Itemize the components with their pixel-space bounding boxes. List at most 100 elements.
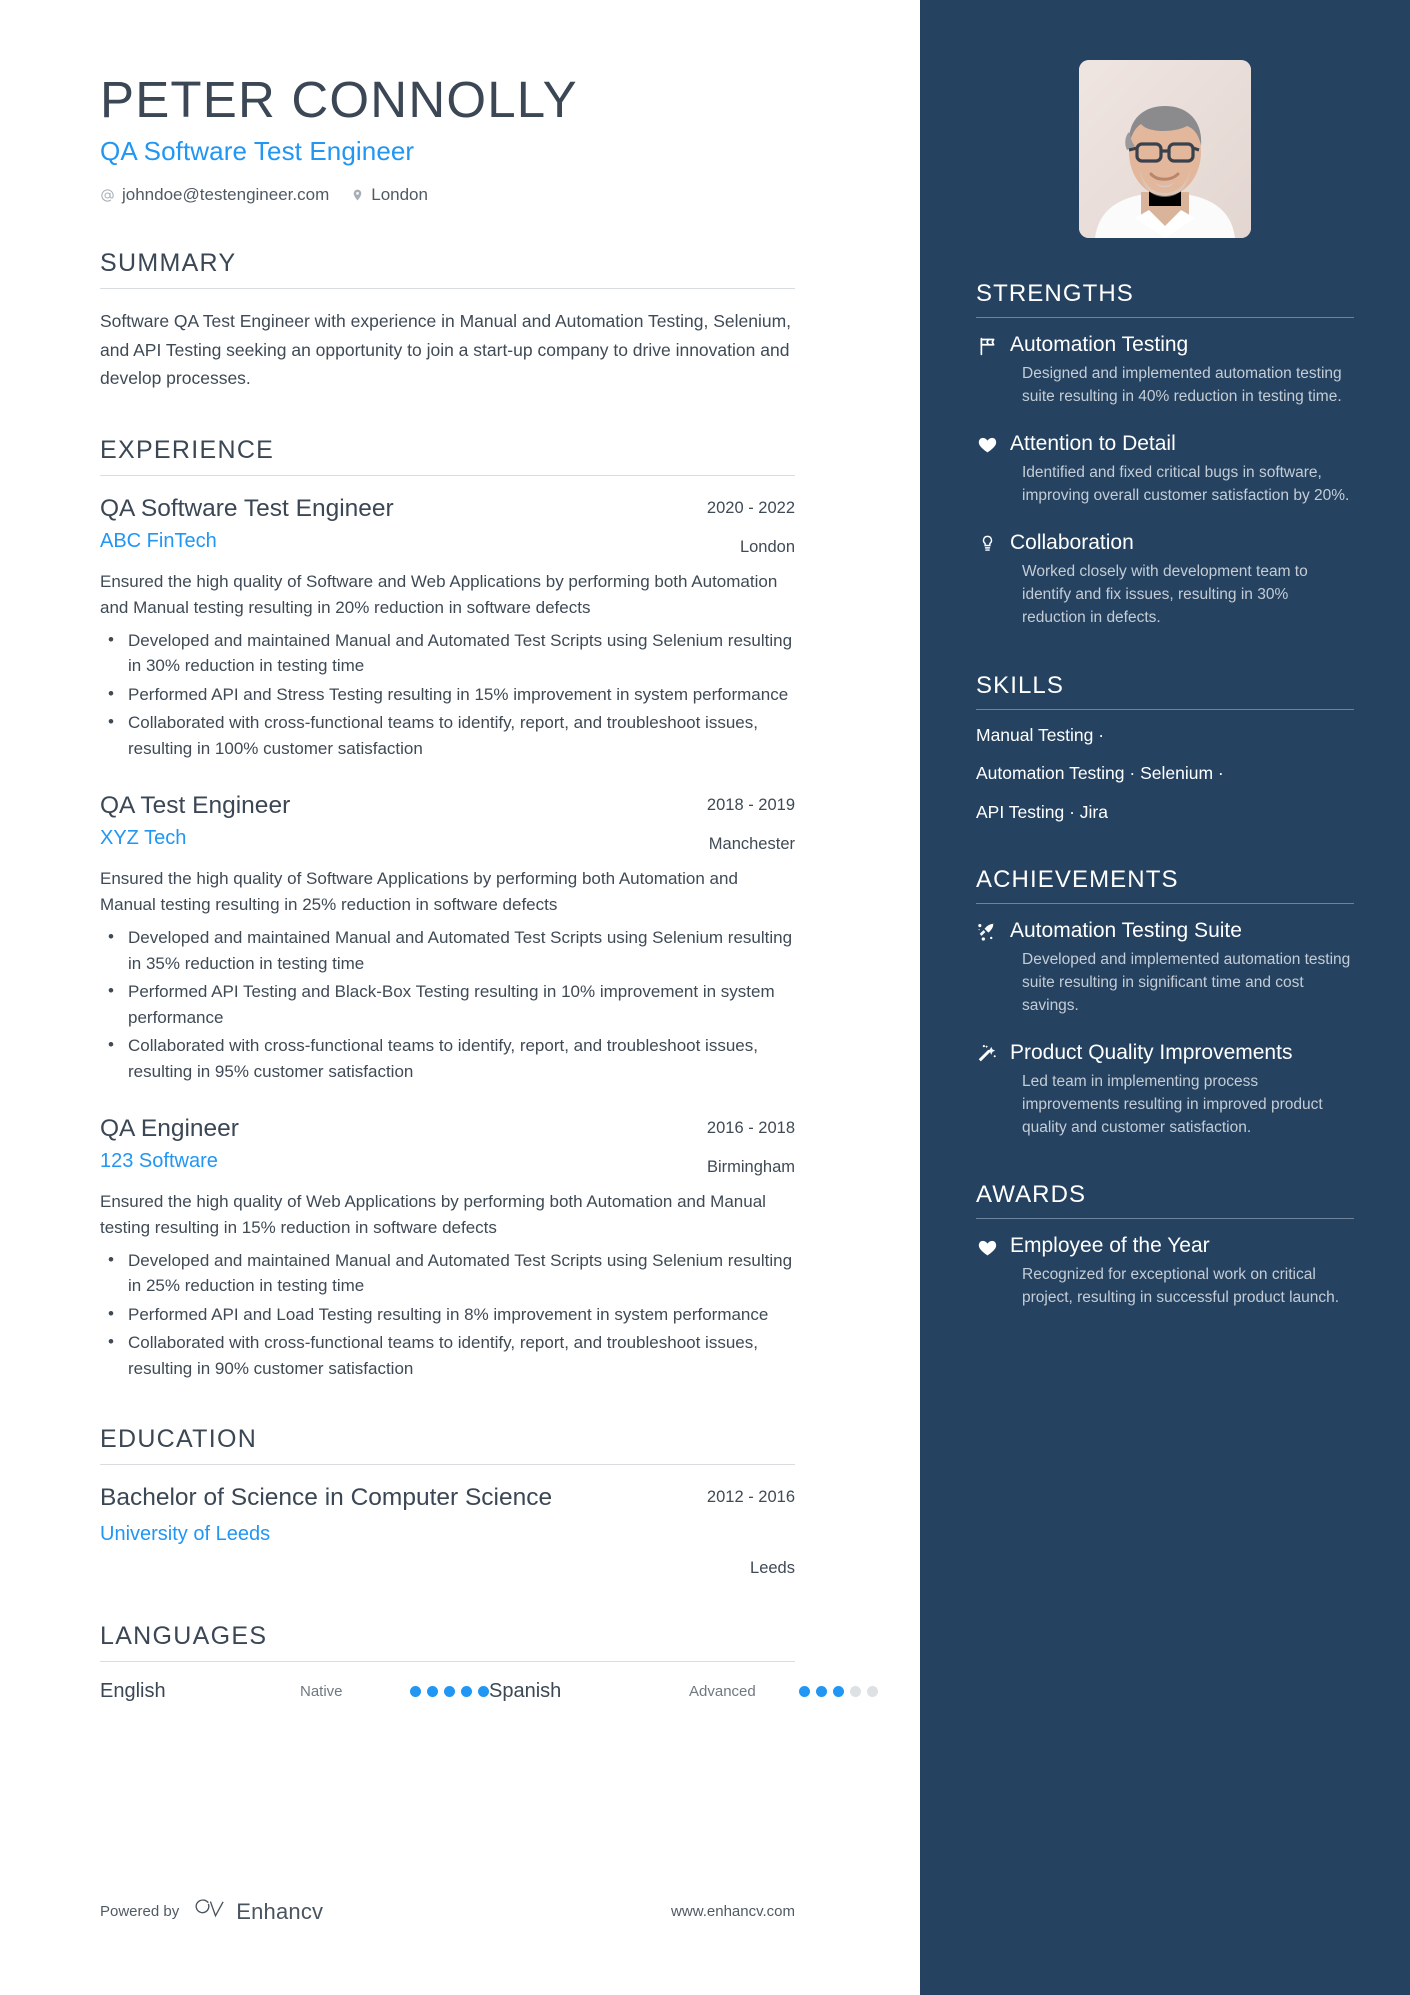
experience-entry: QA Test Engineer XYZ Tech 2018 - 2019 Manch…	[100, 791, 795, 1084]
rocket-icon	[976, 920, 998, 944]
experience-bullet: Performed API and Load Testing resulting…	[100, 1301, 795, 1328]
strength-item: Attention to Detail Identified and fixed …	[976, 431, 1354, 508]
experience-date: 2020 - 2022	[706, 499, 795, 518]
strength-item-title: Collaboration	[1010, 530, 1134, 554]
section-achievements: ACHIEVEMENTS Automation Testing Suite Dev…	[976, 866, 1354, 1140]
divider	[976, 317, 1354, 318]
strength-item-header: Automation Testing	[976, 332, 1354, 358]
experience-meta: 2018 - 2019 Manchester	[707, 791, 795, 854]
experience-role: QA Software Test Engineer	[100, 495, 394, 523]
strength-item-header: Collaboration	[976, 530, 1354, 556]
resume-page: PETER CONNOLLY QA Software Test Engineer…	[0, 0, 1410, 1995]
skill-line: API Testing · Jira	[976, 802, 1108, 823]
education-degree: Bachelor of Science in Computer Science	[100, 1484, 553, 1512]
achievement-item: Product Quality Improvements Led team in …	[976, 1040, 1354, 1140]
experience-company[interactable]: 123 Software	[100, 1150, 687, 1173]
achievement-item: Automation Testing Suite Developed and im…	[976, 918, 1354, 1018]
divider	[100, 1464, 795, 1466]
divider	[976, 902, 1354, 904]
experience-list: QA Software Test Engineer ABC FinTech 2020…	[100, 494, 795, 1381]
experience-entry: QA Software Test Engineer ABC FinTech 2020…	[100, 494, 795, 761]
summary-text: Software QA Test Engineer with experienc…	[100, 311, 792, 388]
experience-bullet: Performed API and Stress Testing resulti…	[100, 681, 795, 708]
strength-item: Automation Testing Designed and implement…	[976, 332, 1354, 409]
experience-bullet: Performed API Testing and Black-Box Test…	[100, 978, 795, 1030]
section-summary: SUMMARY Software QA Test Engineer with e…	[100, 249, 920, 392]
experience-entry-main: QA Engineer 123 Software	[100, 1114, 687, 1173]
strength-item: Collaboration Worked closely with develop…	[976, 530, 1354, 630]
heart-icon	[976, 1235, 998, 1259]
contact-email[interactable]: johndoe@testengineer.com	[100, 185, 329, 205]
experience-bullet: Developed and maintained Manual and Auto…	[100, 627, 795, 679]
divider	[976, 1218, 1354, 1220]
proficiency-dot	[478, 1686, 489, 1698]
proficiency-dot	[799, 1686, 810, 1698]
language-name: Spanish	[489, 1680, 562, 1703]
language-proficiency-dots	[799, 1686, 878, 1698]
language-proficiency-dots	[410, 1686, 489, 1698]
avatar	[1079, 60, 1251, 238]
map-pin-icon	[351, 187, 364, 203]
divider	[100, 288, 795, 290]
education-meta: 2012 - 2016 Leeds	[707, 1483, 795, 1578]
experience-entry-header: QA Test Engineer XYZ Tech 2018 - 2019 Manch…	[100, 791, 795, 854]
enhancv-brand[interactable]: Enhancv	[193, 1898, 323, 1925]
section-skills: SKILLS Manual Testing · Automation Testin…	[976, 672, 1354, 824]
experience-company[interactable]: XYZ Tech	[100, 827, 687, 850]
awards-heading: AWARDS	[976, 1181, 1087, 1209]
experience-description: Ensured the high quality of Software App…	[100, 869, 738, 915]
powered-by-label: Powered by	[100, 1903, 180, 1920]
achievement-item-description: Developed and implemented automation tes…	[1022, 950, 1351, 1014]
section-strengths: STRENGTHS Automation Testing Designed and…	[976, 280, 1354, 630]
section-education: EDUCATION Bachelor of Science in Compute…	[100, 1425, 920, 1578]
experience-bullet: Collaborated with cross-functional teams…	[100, 1032, 795, 1084]
experience-bullet-list: Developed and maintained Manual and Auto…	[100, 924, 795, 1084]
education-heading: EDUCATION	[100, 1425, 258, 1454]
award-item: Employee of the Year Recognized for excep…	[976, 1233, 1354, 1310]
experience-description: Ensured the high quality of Web Applicat…	[100, 1192, 766, 1237]
strength-item-description: Identified and fixed critical bugs in so…	[1022, 463, 1350, 504]
footer-url[interactable]: www.enhancv.com	[671, 1903, 795, 1920]
experience-heading: EXPERIENCE	[100, 436, 275, 465]
experience-location: London	[739, 538, 795, 557]
experience-date: 2016 - 2018	[706, 1119, 795, 1138]
awards-list: Employee of the Year Recognized for excep…	[976, 1233, 1354, 1310]
section-languages: LANGUAGES English Native Spanish Advanced	[100, 1622, 920, 1703]
proficiency-dot	[816, 1686, 827, 1698]
strength-item-title: Automation Testing	[1010, 333, 1189, 356]
achievement-item-title: Product Quality Improvements	[1010, 1040, 1293, 1064]
brand-name: Enhancv	[236, 1898, 324, 1924]
enhancv-logo-icon	[193, 1898, 227, 1925]
divider	[100, 1661, 795, 1663]
award-item-title: Employee of the Year	[1010, 1234, 1210, 1258]
education-school[interactable]: University of Leeds	[100, 1523, 687, 1546]
experience-company[interactable]: ABC FinTech	[100, 530, 687, 553]
experience-bullet: Collaborated with cross-functional teams…	[100, 709, 795, 761]
experience-location: Birmingham	[706, 1158, 795, 1177]
at-icon	[100, 188, 115, 203]
skills-heading: SKILLS	[976, 671, 1064, 699]
experience-location: Manchester	[708, 835, 795, 854]
summary-heading: SUMMARY	[100, 249, 237, 278]
proficiency-dot	[427, 1686, 438, 1698]
experience-entry-main: QA Test Engineer XYZ Tech	[100, 791, 687, 850]
divider	[100, 475, 795, 477]
experience-bullet: Collaborated with cross-functional teams…	[100, 1329, 795, 1381]
language-name: English	[100, 1680, 166, 1703]
experience-role: QA Test Engineer	[100, 792, 291, 820]
language-level: Advanced	[689, 1683, 756, 1701]
proficiency-dot	[850, 1686, 861, 1698]
experience-role: QA Engineer	[100, 1115, 239, 1143]
experience-bullet: Developed and maintained Manual and Auto…	[100, 1247, 795, 1299]
achievements-list: Automation Testing Suite Developed and im…	[976, 918, 1354, 1140]
section-awards: AWARDS Employee of the Year Recognized fo…	[976, 1181, 1354, 1310]
education-entry: Bachelor of Science in Computer Science U…	[100, 1483, 795, 1578]
proficiency-dot	[833, 1686, 844, 1698]
education-entry-header: Bachelor of Science in Computer Science U…	[100, 1483, 795, 1578]
experience-date: 2018 - 2019	[706, 796, 795, 815]
education-entry-main: Bachelor of Science in Computer Science U…	[100, 1483, 687, 1546]
strength-item-description: Designed and implemented automation test…	[1022, 365, 1342, 405]
contact-email-text: johndoe@testengineer.com	[122, 185, 330, 205]
contact-location-text: London	[371, 185, 428, 205]
strengths-heading: STRENGTHS	[976, 280, 1134, 307]
